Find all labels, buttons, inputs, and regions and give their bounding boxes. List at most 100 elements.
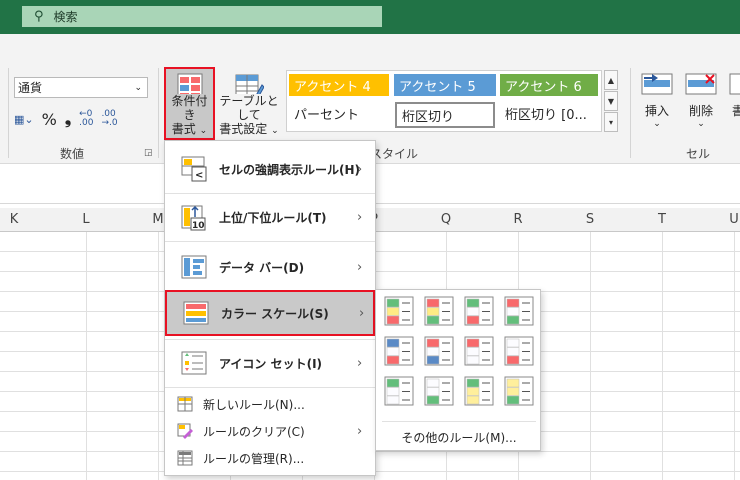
column-header[interactable]: S xyxy=(554,212,626,227)
number-group-label: 数値 xyxy=(60,147,85,161)
menu-item-data-bars[interactable]: データ バー(D) › xyxy=(165,245,375,289)
new-rule-icon xyxy=(177,396,193,412)
number-format-dropdown[interactable]: 通貨 ⌄ xyxy=(14,77,148,98)
format-as-table-label-2: 書式設定 xyxy=(219,122,268,136)
chevron-right-icon: › xyxy=(357,259,363,275)
color-scale-icon xyxy=(504,296,534,326)
search-icon: ⚲ xyxy=(34,9,44,24)
chevron-right-icon: › xyxy=(357,423,363,439)
more-rules-link[interactable]: その他のルール(M)... xyxy=(376,429,542,446)
cells-group-label: セル xyxy=(686,147,711,161)
conditional-formatting-button[interactable]: 条件付き 書式 ⌄ xyxy=(164,67,215,140)
format-as-table-icon xyxy=(235,74,264,94)
ribbon-divider xyxy=(630,68,631,158)
cell-style-percent[interactable]: パーセント xyxy=(289,102,389,124)
insert-cells-icon xyxy=(641,73,673,95)
styles-scroll: ▲ ▼ ▾ xyxy=(604,70,618,132)
manage-rules-icon xyxy=(177,450,193,466)
svg-text:10: 10 xyxy=(192,221,205,231)
cell-style-accent6[interactable]: アクセント 6 xyxy=(500,74,598,96)
menu-item-color-scales[interactable]: カラー スケール(S) › xyxy=(165,290,375,336)
delete-cells-icon xyxy=(685,73,717,95)
number-format-value: 通貨 xyxy=(18,81,43,95)
cell-style-label: アクセント 4 xyxy=(294,79,371,95)
column-header[interactable]: K xyxy=(0,212,50,227)
chevron-right-icon: › xyxy=(357,209,363,225)
format-as-table-button[interactable]: テーブルとして 書式設定 ⌄ xyxy=(216,70,282,138)
format-button[interactable]: 書 xyxy=(728,72,740,119)
menu-divider xyxy=(165,241,375,242)
color-scale-option[interactable] xyxy=(504,376,534,406)
search-box[interactable]: ⚲ 検索 xyxy=(22,6,382,27)
icon-sets-icon xyxy=(181,351,207,375)
scroll-up-icon[interactable]: ▲ xyxy=(604,70,618,90)
data-bars-icon xyxy=(181,255,207,279)
delete-label: 削除 xyxy=(688,104,713,118)
cell-style-accent4[interactable]: アクセント 4 xyxy=(289,74,389,96)
menu-item-manage-rules[interactable]: ルールの管理(R)... xyxy=(165,445,375,471)
percent-style-icon[interactable]: % xyxy=(42,110,57,129)
format-as-table-label: テーブルとして xyxy=(219,94,279,122)
scroll-down-icon[interactable]: ▼ xyxy=(604,91,618,111)
menu-divider xyxy=(165,339,375,340)
svg-text:<: < xyxy=(195,170,203,181)
color-scale-option[interactable] xyxy=(504,336,534,366)
chevron-down-icon: ⌄ xyxy=(653,119,661,129)
column-header[interactable]: U xyxy=(698,212,740,227)
column-header[interactable]: R xyxy=(482,212,554,227)
column-header[interactable]: L xyxy=(50,212,122,227)
menu-item-top-bottom-rules[interactable]: 10 上位/下位ルール(T) › xyxy=(165,195,375,239)
color-scale-option[interactable] xyxy=(384,376,414,406)
menu-item-label: セルの強調表示ルール(H) xyxy=(219,162,361,177)
title-bar: ⚲ 検索 xyxy=(0,0,740,34)
color-scale-option[interactable] xyxy=(464,376,494,406)
chevron-down-icon: ⌄ xyxy=(697,119,705,129)
color-scale-icon xyxy=(424,336,454,366)
color-scale-option[interactable] xyxy=(424,376,454,406)
menu-item-new-rule[interactable]: 新しいルール(N)... xyxy=(165,391,375,417)
styles-group-label: スタイル xyxy=(370,147,419,161)
menu-item-clear-rules[interactable]: ルールのクリア(C) › xyxy=(165,418,375,444)
column-header[interactable]: T xyxy=(626,212,698,227)
chevron-right-icon: › xyxy=(357,355,363,371)
color-scale-option[interactable] xyxy=(464,336,494,366)
gallery-expand-icon[interactable]: ▾ xyxy=(604,112,618,132)
menu-item-label: カラー スケール(S) xyxy=(221,306,329,321)
color-scale-icon xyxy=(424,376,454,406)
format-cells-icon xyxy=(729,73,740,95)
color-scales-icon xyxy=(183,301,209,325)
cell-styles-gallery: アクセント 4 アクセント 5 アクセント 6 パーセント 桁区切り 桁区切り … xyxy=(286,70,602,132)
color-scale-icon xyxy=(504,336,534,366)
conditional-formatting-menu: < セルの強調表示ルール(H) › 10 上位/下位ルール(T) › データ バ… xyxy=(164,140,376,476)
color-scale-icon xyxy=(504,376,534,406)
column-header[interactable]: Q xyxy=(410,212,482,227)
cell-style-comma[interactable]: 桁区切り xyxy=(395,102,495,128)
comma-style-icon[interactable]: ❟ xyxy=(65,109,71,129)
delete-button[interactable]: 削除 ⌄ xyxy=(684,72,718,129)
color-scale-icon xyxy=(464,336,494,366)
color-scale-option[interactable] xyxy=(504,296,534,326)
chevron-right-icon: › xyxy=(357,161,363,177)
color-scale-option[interactable] xyxy=(424,336,454,366)
color-scale-option[interactable] xyxy=(464,296,494,326)
increase-decimal-icon[interactable]: ←0.00 xyxy=(79,110,93,128)
search-placeholder: 検索 xyxy=(53,10,78,24)
color-scale-option[interactable] xyxy=(424,296,454,326)
cell-style-label: アクセント 6 xyxy=(505,79,582,95)
insert-button[interactable]: 挿入 ⌄ xyxy=(640,72,674,129)
menu-item-label: データ バー(D) xyxy=(219,260,305,275)
menu-item-icon-sets[interactable]: アイコン セット(I) › xyxy=(165,341,375,385)
conditional-formatting-label: 条件付き xyxy=(171,94,208,122)
color-scale-option[interactable] xyxy=(384,336,414,366)
cell-style-accent5[interactable]: アクセント 5 xyxy=(394,74,496,96)
menu-item-highlight-cells-rules[interactable]: < セルの強調表示ルール(H) › xyxy=(165,147,375,191)
clear-rules-icon xyxy=(177,423,193,439)
highlight-cells-rules-icon: < xyxy=(181,156,207,182)
decrease-decimal-icon[interactable]: .00 →.0 xyxy=(101,110,117,128)
menu-item-label: ルールの管理(R)... xyxy=(203,451,305,466)
accounting-format-icon[interactable]: ▦⌄ xyxy=(14,113,34,126)
cell-style-comma0[interactable]: 桁区切り [0... xyxy=(500,102,600,124)
cell-style-label: パーセント xyxy=(294,107,360,123)
color-scale-option[interactable] xyxy=(384,296,414,326)
dialog-launcher-icon[interactable]: ◲ xyxy=(144,148,153,158)
